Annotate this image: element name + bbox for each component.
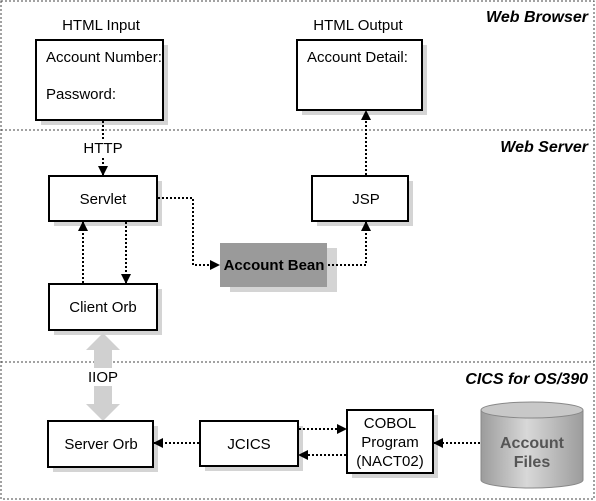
server-orb-label: Server Orb bbox=[64, 436, 137, 453]
client-orb-label: Client Orb bbox=[69, 299, 137, 316]
cobol-label-line2: Program bbox=[361, 434, 419, 451]
cobol-label-line1: COBOL bbox=[364, 415, 417, 432]
jsp-label: JSP bbox=[352, 191, 380, 208]
servlet-to-bean-arrow bbox=[158, 197, 220, 270]
html-output-title: HTML Output bbox=[313, 17, 403, 34]
html-input-title: HTML Input bbox=[62, 17, 141, 34]
iiop-label: IIOP bbox=[88, 369, 118, 386]
account-detail-label: Account Detail: bbox=[307, 49, 408, 66]
jcics-label: JCICS bbox=[227, 436, 270, 453]
zone-label-web-server: Web Server bbox=[500, 139, 589, 156]
account-files-label-line2: Files bbox=[514, 454, 551, 471]
servlet-label: Servlet bbox=[80, 191, 128, 208]
account-number-label: Account Number: bbox=[46, 49, 162, 66]
http-label: HTTP bbox=[83, 140, 122, 157]
zone-label-web-browser: Web Browser bbox=[486, 9, 589, 26]
cobol-label-line3: (NACT02) bbox=[356, 453, 424, 470]
zone-label-cics: CICS for OS/390 bbox=[465, 371, 588, 388]
architecture-diagram: Web Browser Web Server CICS for OS/390 H… bbox=[0, 0, 595, 500]
account-bean-label: Account Bean bbox=[224, 257, 325, 274]
account-files-label-line1: Account bbox=[500, 435, 565, 452]
password-label: Password: bbox=[46, 86, 116, 103]
